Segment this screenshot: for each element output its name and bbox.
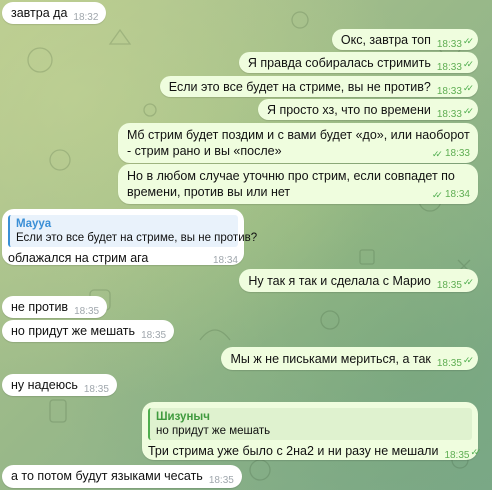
message-text: а то потом будут языками чесать — [11, 469, 203, 483]
double-check-icon: ✓✓ — [431, 149, 443, 159]
message-time: 18:35 — [74, 306, 100, 317]
reply-quote[interactable]: Mayya Если это все будет на стриме, вы н… — [8, 215, 258, 247]
message-time: 18:33 — [436, 86, 462, 97]
double-check-icon: ✓✓ — [431, 190, 443, 200]
chat-area[interactable]: завтра да 18:32 Окс, завтра топ 18:33✓✓ Я … — [0, 0, 492, 490]
outgoing-message[interactable]: Мб стрим будет поздим и с вами будет «до… — [118, 123, 478, 163]
outgoing-message[interactable]: Окс, завтра топ 18:33✓✓ — [331, 29, 478, 50]
message-text: Три стрима уже было с 2на2 и ни разу не … — [148, 444, 439, 458]
incoming-message[interactable]: а то потом будут языками чесать 18:35 — [2, 465, 242, 488]
outgoing-message[interactable]: Я просто хз, что по времени 18:33✓✓ — [257, 99, 478, 120]
double-check-icon: ✓✓ — [462, 59, 474, 69]
message-text: Ну так я так и сделала с Марио — [248, 274, 431, 288]
message-text: Мы ж не письками мериться, а так — [230, 352, 431, 366]
incoming-message[interactable]: не против 18:35 — [2, 296, 108, 318]
outgoing-message[interactable]: Мы ж не письками мериться, а так 18:35✓✓ — [221, 347, 478, 370]
message-text: Но в любом случае уточню про стрим, если… — [127, 169, 455, 199]
outgoing-message[interactable]: Если это все будет на стриме, вы не прот… — [159, 76, 478, 97]
outgoing-message[interactable]: Ну так я так и сделала с Марио 18:35✓✓ — [239, 269, 478, 292]
message-time: 18:35 — [436, 280, 462, 291]
incoming-message[interactable]: ну надеюсь 18:35 — [2, 374, 117, 396]
outgoing-message[interactable]: Я правда собиралась стримить 18:33✓✓ — [238, 52, 478, 73]
message-time: 18:35 — [436, 358, 462, 369]
message-time: 18:33 — [436, 62, 462, 73]
message-text: ну надеюсь — [11, 378, 78, 392]
message-time: 18:35 — [208, 475, 234, 486]
reply-author: Шизуныч — [156, 411, 210, 423]
double-check-icon: ✓✓ — [462, 106, 474, 116]
double-check-icon: ✓✓ — [462, 36, 474, 46]
message-time: 18:33 — [436, 39, 462, 50]
double-check-icon: ✓✓ — [470, 447, 481, 457]
incoming-message[interactable]: но придут же мешать 18:35 — [2, 320, 175, 342]
message-time: 18:32 — [73, 12, 99, 23]
incoming-message-with-reply[interactable]: Mayya Если это все будет на стриме, вы н… — [2, 209, 258, 266]
double-check-icon: ✓✓ — [462, 277, 474, 287]
message-text: не против — [11, 300, 69, 314]
reply-author: Mayya — [16, 218, 52, 230]
message-text: Если это все будет на стриме, вы не прот… — [168, 80, 431, 94]
message-time: 18:33 — [436, 109, 462, 120]
reply-text: Если это все будет на стриме, вы не прот… — [16, 232, 258, 244]
reply-text: но придут же мешать — [156, 425, 271, 437]
message-text: Я просто хз, что по времени — [266, 103, 431, 117]
message-time: 18:35 — [83, 384, 109, 395]
outgoing-message-with-reply[interactable]: Шизуныч но придут же мешать Три стрима у… — [142, 402, 482, 461]
message-time: 18:33 — [444, 148, 470, 159]
reply-quote[interactable]: Шизуныч но придут же мешать — [148, 408, 472, 440]
message-text: Я правда собиралась стримить — [247, 56, 431, 70]
incoming-message[interactable]: завтра да 18:32 — [2, 2, 107, 24]
message-time: 18:35 — [141, 330, 167, 341]
message-text: завтра да — [11, 6, 68, 20]
message-text: Окс, завтра топ — [340, 33, 431, 47]
message-time: 18:35 — [444, 450, 470, 461]
double-check-icon: ✓✓ — [462, 355, 474, 365]
message-text: Мб стрим будет поздим и с вами будет «до… — [127, 128, 470, 158]
message-text: облажался на стрим ага — [8, 251, 149, 265]
outgoing-message[interactable]: Но в любом случае уточню про стрим, если… — [118, 164, 478, 204]
message-text: но придут же мешать — [11, 324, 136, 338]
double-check-icon: ✓✓ — [462, 83, 474, 93]
message-time: 18:34 — [444, 189, 470, 200]
message-time: 18:34 — [212, 255, 238, 266]
